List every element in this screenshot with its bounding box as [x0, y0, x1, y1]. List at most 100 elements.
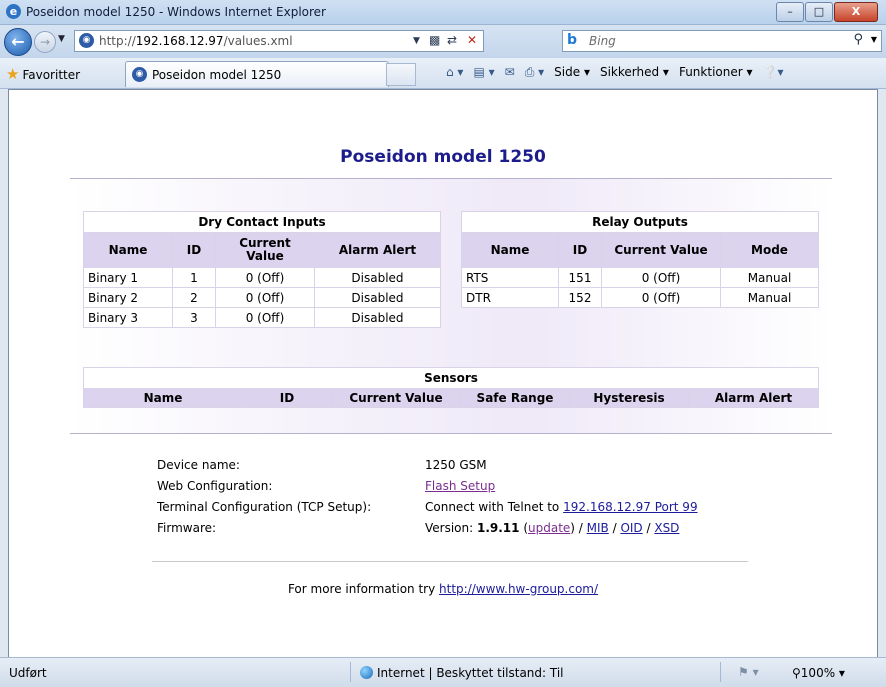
protected-mode-icon[interactable]: ⚑ ▾: [738, 665, 759, 679]
column-header: Current Value: [601, 232, 721, 268]
flash-setup-link[interactable]: Flash Setup: [425, 479, 495, 493]
cell-value: 0 (Off): [215, 307, 315, 328]
divider: [70, 433, 832, 434]
zoom-control[interactable]: ⚲100% ▾: [792, 666, 845, 680]
relay-outputs-table: Relay Outputs Name ID Current Value Mode…: [461, 211, 819, 308]
divider: [152, 561, 748, 562]
command-bar: ★ Favoritter ◉ Poseidon model 1250 ⌂ ▾ ▤ …: [0, 58, 886, 89]
cell-id: 2: [172, 287, 216, 308]
column-header: Alarm Alert: [314, 232, 441, 268]
firmware-close-paren: ) /: [570, 521, 587, 535]
firmware-version: 1.9.11: [476, 521, 520, 535]
ie-logo-icon: e: [6, 4, 21, 19]
oid-link[interactable]: OID: [620, 521, 642, 535]
terminal-text: Connect with Telnet to: [425, 500, 564, 514]
web-config-label: Web Configuration:: [157, 479, 273, 493]
column-header: Name: [83, 388, 243, 408]
close-button[interactable]: X: [834, 2, 878, 22]
history-dropdown-icon[interactable]: ▼: [58, 34, 65, 44]
more-info-text: For more information try: [287, 582, 440, 596]
table-caption: Relay Outputs: [461, 211, 819, 233]
sensors-table: Sensors Name ID Current Value Safe Range…: [83, 367, 819, 408]
column-header: ID: [172, 232, 216, 268]
cell-name: Binary 1: [83, 267, 173, 288]
table-row: Binary 2 2 0 (Off) Disabled: [83, 287, 441, 308]
compatibility-view-icon[interactable]: ▩: [429, 33, 440, 47]
device-name-label: Device name:: [157, 458, 240, 472]
tools-menu[interactable]: Funktioner ▾: [679, 65, 753, 80]
firmware-prefix: Version:: [425, 521, 477, 535]
hw-group-link[interactable]: http://www.hw-group.com/: [439, 582, 598, 596]
cell-mode: Manual: [720, 287, 819, 308]
site-favicon-icon: ◉: [79, 33, 94, 48]
security-zone-label: Internet | Beskyttet tilstand: Til: [377, 666, 564, 680]
security-zone[interactable]: Internet | Beskyttet tilstand: Til: [360, 666, 564, 680]
stop-icon[interactable]: ✕: [467, 33, 477, 47]
column-header: Current Value: [215, 232, 315, 268]
cell-id: 152: [558, 287, 602, 308]
cell-alarm: Disabled: [314, 267, 441, 288]
column-header: Mode: [720, 232, 819, 268]
mail-icon[interactable]: ✉: [505, 65, 515, 80]
window-title: Poseidon model 1250 - Windows Internet E…: [26, 5, 326, 19]
address-url[interactable]: http://192.168.12.97/values.xml: [99, 34, 293, 48]
status-separator: [350, 662, 351, 682]
print-icon[interactable]: ⎙ ▾: [525, 65, 544, 80]
column-header: Current Value: [331, 388, 461, 408]
feeds-icon[interactable]: ▤ ▾: [473, 65, 494, 80]
forward-button[interactable]: →: [34, 31, 56, 53]
bing-logo-icon: b: [567, 32, 578, 48]
more-info: For more information try http://www.hw-g…: [9, 582, 877, 596]
column-header: Name: [461, 232, 559, 268]
telnet-link[interactable]: 192.168.12.97 Port 99: [563, 500, 697, 514]
refresh-icon[interactable]: ⇄: [447, 33, 457, 47]
star-icon: ★: [6, 65, 20, 83]
tab-favicon-icon: ◉: [132, 67, 147, 82]
new-tab-button[interactable]: [386, 63, 416, 86]
browser-tab[interactable]: ◉ Poseidon model 1250: [125, 61, 389, 87]
cell-value: 0 (Off): [215, 267, 315, 288]
xsd-link[interactable]: XSD: [654, 521, 679, 535]
column-header: ID: [558, 232, 602, 268]
favorites-button[interactable]: ★ Favoritter: [6, 65, 80, 83]
slash-separator: /: [608, 521, 621, 535]
dry-contact-inputs-table: Dry Contact Inputs Name ID Current Value…: [83, 211, 441, 328]
table-row: DTR 152 0 (Off) Manual: [461, 287, 819, 308]
search-placeholder[interactable]: Bing: [589, 34, 616, 48]
page-content: Poseidon model 1250 Dry Contact Inputs N…: [8, 89, 878, 658]
divider: [70, 178, 832, 179]
help-icon[interactable]: ❔▾: [763, 65, 784, 80]
column-header: Alarm Alert: [688, 388, 819, 408]
address-dropdown-icon[interactable]: ▼: [413, 36, 420, 46]
page-title: Poseidon model 1250: [340, 147, 546, 167]
address-toolbar: ← → ▼ ◉ http://192.168.12.97/values.xml …: [0, 25, 886, 58]
search-dropdown-icon[interactable]: ▼: [871, 35, 877, 44]
cell-value: 0 (Off): [601, 287, 721, 308]
browser-window: e Poseidon model 1250 - Windows Internet…: [0, 0, 886, 687]
page-menu[interactable]: Side ▾: [554, 65, 590, 80]
minimize-button[interactable]: –: [776, 2, 804, 22]
tab-label: Poseidon model 1250: [152, 68, 282, 82]
column-header: Name: [83, 232, 173, 268]
address-bar[interactable]: ◉ http://192.168.12.97/values.xml ▼ ▩ ⇄ …: [74, 30, 484, 52]
table-row: Binary 3 3 0 (Off) Disabled: [83, 307, 441, 328]
search-icon[interactable]: ⚲: [853, 32, 863, 47]
status-text: Udført: [9, 666, 47, 680]
home-icon[interactable]: ⌂ ▾: [446, 65, 463, 80]
cell-alarm: Disabled: [314, 307, 441, 328]
cell-name: DTR: [461, 287, 559, 308]
firmware-open-paren: (: [519, 521, 528, 535]
column-header: Hysteresis: [569, 388, 689, 408]
table-caption: Sensors: [83, 367, 819, 389]
maximize-button[interactable]: □: [805, 2, 833, 22]
table-row: Binary 1 1 0 (Off) Disabled: [83, 267, 441, 288]
update-link[interactable]: update: [528, 521, 570, 535]
back-button[interactable]: ←: [4, 28, 32, 56]
cell-name: RTS: [461, 267, 559, 288]
search-box[interactable]: b Bing ⚲ ▼: [562, 30, 882, 52]
safety-menu[interactable]: Sikkerhed ▾: [600, 65, 669, 80]
mib-link[interactable]: MIB: [587, 521, 609, 535]
cell-id: 1: [172, 267, 216, 288]
cell-value: 0 (Off): [601, 267, 721, 288]
table-row: RTS 151 0 (Off) Manual: [461, 267, 819, 288]
